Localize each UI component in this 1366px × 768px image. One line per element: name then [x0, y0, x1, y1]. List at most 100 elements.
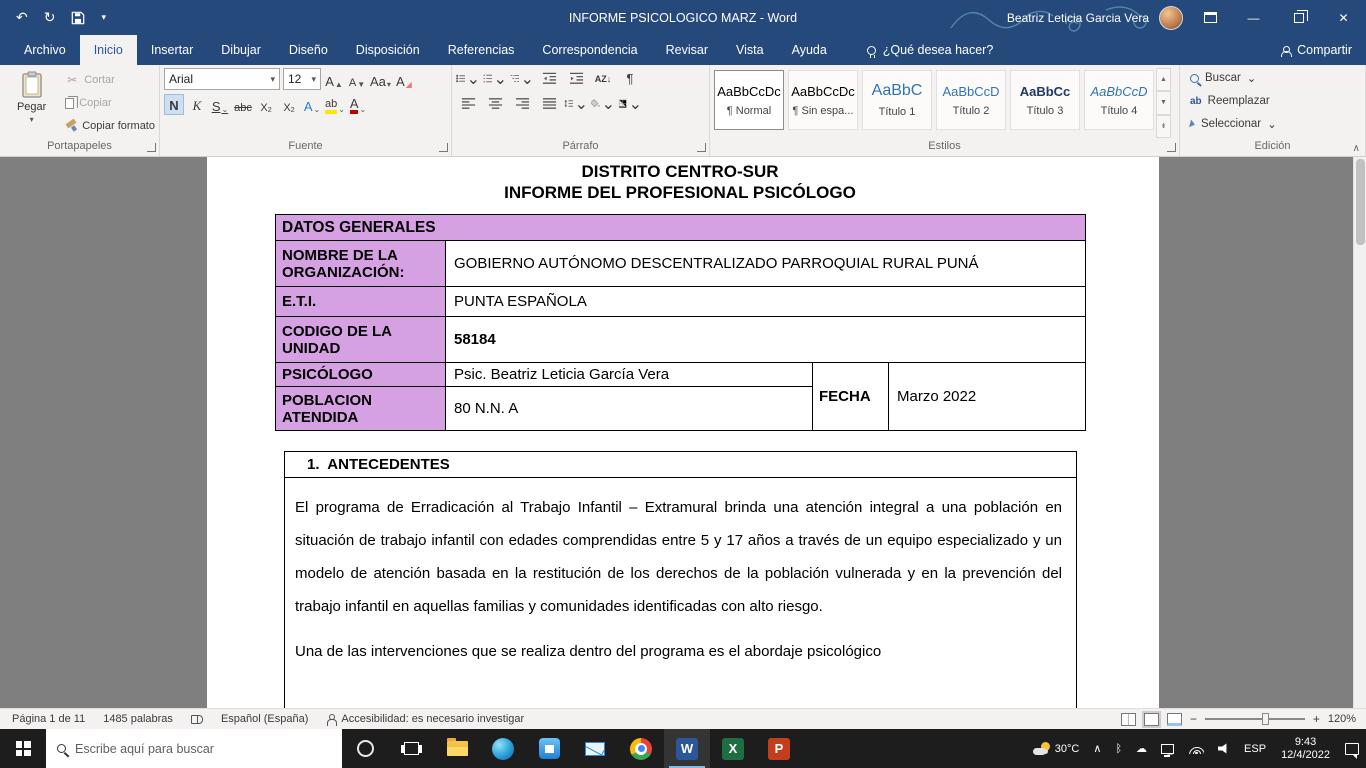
tab-disposicion[interactable]: Disposición [342, 35, 434, 65]
borders-button[interactable]: ⌄ [618, 93, 642, 114]
redo-icon[interactable]: ↻ [44, 9, 56, 26]
proofing-status[interactable] [183, 709, 211, 729]
action-center-button[interactable] [1338, 729, 1366, 768]
tab-referencias[interactable]: Referencias [434, 35, 529, 65]
store-button[interactable] [526, 729, 572, 768]
tab-archivo[interactable]: Archivo [10, 35, 80, 65]
taskbar-search[interactable] [46, 729, 342, 768]
row-label[interactable]: PSICÓLOGO [276, 363, 446, 387]
row-value[interactable]: 58184 [446, 317, 1086, 363]
tab-ayuda[interactable]: Ayuda [778, 35, 841, 65]
zoom-slider-thumb[interactable] [1262, 713, 1269, 725]
style-titulo-4[interactable]: AaBbCcD Título 4 [1084, 70, 1154, 130]
tab-insertar[interactable]: Insertar [137, 35, 207, 65]
antecedentes-body[interactable]: El programa de Erradicación al Trabajo I… [285, 478, 1076, 708]
replace-button[interactable]: ab Reemplazar [1190, 91, 1361, 111]
mail-button[interactable] [572, 729, 618, 768]
cortana-button[interactable] [342, 729, 388, 768]
numbering-button[interactable]: ⌄ [483, 68, 507, 89]
tab-vista[interactable]: Vista [722, 35, 778, 65]
shading-button[interactable]: ⌄ [591, 93, 615, 114]
tab-inicio[interactable]: Inicio [80, 35, 137, 65]
underline-button[interactable]: S⌄ [210, 94, 230, 115]
edge-button[interactable] [480, 729, 526, 768]
grow-font-button[interactable]: A▲ [324, 69, 344, 90]
shrink-font-button[interactable]: A▼ [347, 69, 367, 90]
style-titulo-3[interactable]: AaBbCc Título 3 [1010, 70, 1080, 130]
show-paragraph-marks-button[interactable]: ¶ [618, 68, 642, 89]
line-spacing-button[interactable]: ⌄ [564, 93, 588, 114]
row-value[interactable]: PUNTA ESPAÑOLA [446, 287, 1086, 317]
styles-scroll-down-icon[interactable]: ▼ [1156, 91, 1171, 114]
excel-taskbar-button[interactable]: X [710, 729, 756, 768]
zoom-slider[interactable] [1205, 718, 1305, 720]
table-header-cell[interactable]: DATOS GENERALES [276, 215, 1086, 241]
italic-button[interactable]: K [187, 94, 207, 115]
chrome-button[interactable] [618, 729, 664, 768]
row-label[interactable]: POBLACION ATENDIDA [276, 387, 446, 431]
vertical-scrollbar[interactable] [1353, 157, 1366, 708]
document-area[interactable]: DISTRITO CENTRO-SUR INFORME DEL PROFESIO… [0, 157, 1366, 708]
style-normal[interactable]: AaBbCcDc ¶ Normal [714, 70, 784, 130]
hidden-icons-button[interactable]: ∧ [1086, 729, 1108, 768]
bold-button[interactable]: N [164, 94, 184, 115]
document-page[interactable]: DISTRITO CENTRO-SUR INFORME DEL PROFESIO… [207, 157, 1159, 708]
zoom-level[interactable]: 120% [1328, 713, 1356, 725]
row-value[interactable]: 80 N.N. A [446, 387, 813, 431]
tab-correspondencia[interactable]: Correspondencia [528, 35, 651, 65]
subscript-button[interactable]: X2 [256, 94, 276, 115]
undo-icon[interactable]: ↶ [16, 9, 28, 26]
decrease-indent-button[interactable] [537, 68, 561, 89]
wifi-icon[interactable] [1181, 729, 1211, 768]
restore-button[interactable] [1276, 0, 1321, 35]
style-titulo-1[interactable]: AaBbC Título 1 [862, 70, 932, 130]
bullets-button[interactable]: ⌄ [456, 68, 480, 89]
highlight-button[interactable]: ab⌄ [325, 94, 345, 115]
input-language[interactable]: ESP [1237, 729, 1273, 768]
superscript-button[interactable]: X2 [279, 94, 299, 115]
page-indicator[interactable]: Página 1 de 11 [4, 709, 93, 729]
zoom-out-button[interactable]: − [1190, 712, 1197, 726]
account-name[interactable]: Beatriz Leticia Garcia Vera [1007, 11, 1149, 25]
tab-revisar[interactable]: Revisar [652, 35, 722, 65]
tab-dibujar[interactable]: Dibujar [207, 35, 275, 65]
styles-scroll-up-icon[interactable]: ▲ [1156, 68, 1171, 91]
save-icon[interactable] [71, 11, 85, 25]
align-center-button[interactable] [483, 93, 507, 114]
select-button[interactable]: Seleccionar ⌄ [1190, 114, 1361, 134]
doc-title-line1[interactable]: DISTRITO CENTRO-SUR [275, 161, 1085, 182]
align-left-button[interactable] [456, 93, 480, 114]
change-case-button[interactable]: Aa▾ [370, 69, 391, 90]
scrollbar-thumb[interactable] [1356, 159, 1365, 245]
collapse-ribbon-icon[interactable]: ∧ [1353, 143, 1360, 154]
justify-button[interactable] [537, 93, 561, 114]
find-button[interactable]: Buscar ⌄ [1190, 68, 1361, 88]
increase-indent-button[interactable] [564, 68, 588, 89]
ribbon-display-options-icon[interactable] [1195, 6, 1225, 30]
font-dialog-launcher-icon[interactable] [439, 143, 448, 152]
volume-icon[interactable] [1211, 729, 1237, 768]
styles-more-icon[interactable]: ⇟ [1156, 115, 1171, 138]
font-size-combobox[interactable]: 12 ▾ [283, 68, 321, 90]
row-label[interactable]: CODIGO DE LA UNIDAD [276, 317, 446, 363]
doc-title-line2[interactable]: INFORME DEL PROFESIONAL PSICÓLOGO [275, 182, 1085, 203]
font-family-combobox[interactable]: Arial ▾ [164, 68, 280, 90]
weather-widget[interactable]: 30°C [1026, 729, 1087, 768]
paragraph-dialog-launcher-icon[interactable] [697, 143, 706, 152]
sort-button[interactable]: AZ↓ [591, 68, 615, 89]
share-button[interactable]: Compartir [1281, 35, 1352, 65]
row-label[interactable]: E.T.I. [276, 287, 446, 317]
bluetooth-icon[interactable]: ᛒ [1108, 729, 1129, 768]
styles-dialog-launcher-icon[interactable] [1167, 143, 1176, 152]
read-mode-button[interactable] [1121, 713, 1136, 726]
antecedentes-heading[interactable]: 1. ANTECEDENTES [285, 452, 1076, 478]
clipboard-dialog-launcher-icon[interactable] [147, 143, 156, 152]
row-value[interactable]: Psic. Beatriz Leticia García Vera [446, 363, 813, 387]
strikethrough-button[interactable]: abc [233, 94, 253, 115]
word-taskbar-button[interactable]: W [664, 729, 710, 768]
start-button[interactable] [0, 729, 46, 768]
close-button[interactable]: ✕ [1321, 0, 1366, 35]
zoom-in-button[interactable]: + [1313, 712, 1320, 726]
powerpoint-taskbar-button[interactable]: P [756, 729, 802, 768]
fecha-value-cell[interactable]: Marzo 2022 [889, 363, 1086, 431]
